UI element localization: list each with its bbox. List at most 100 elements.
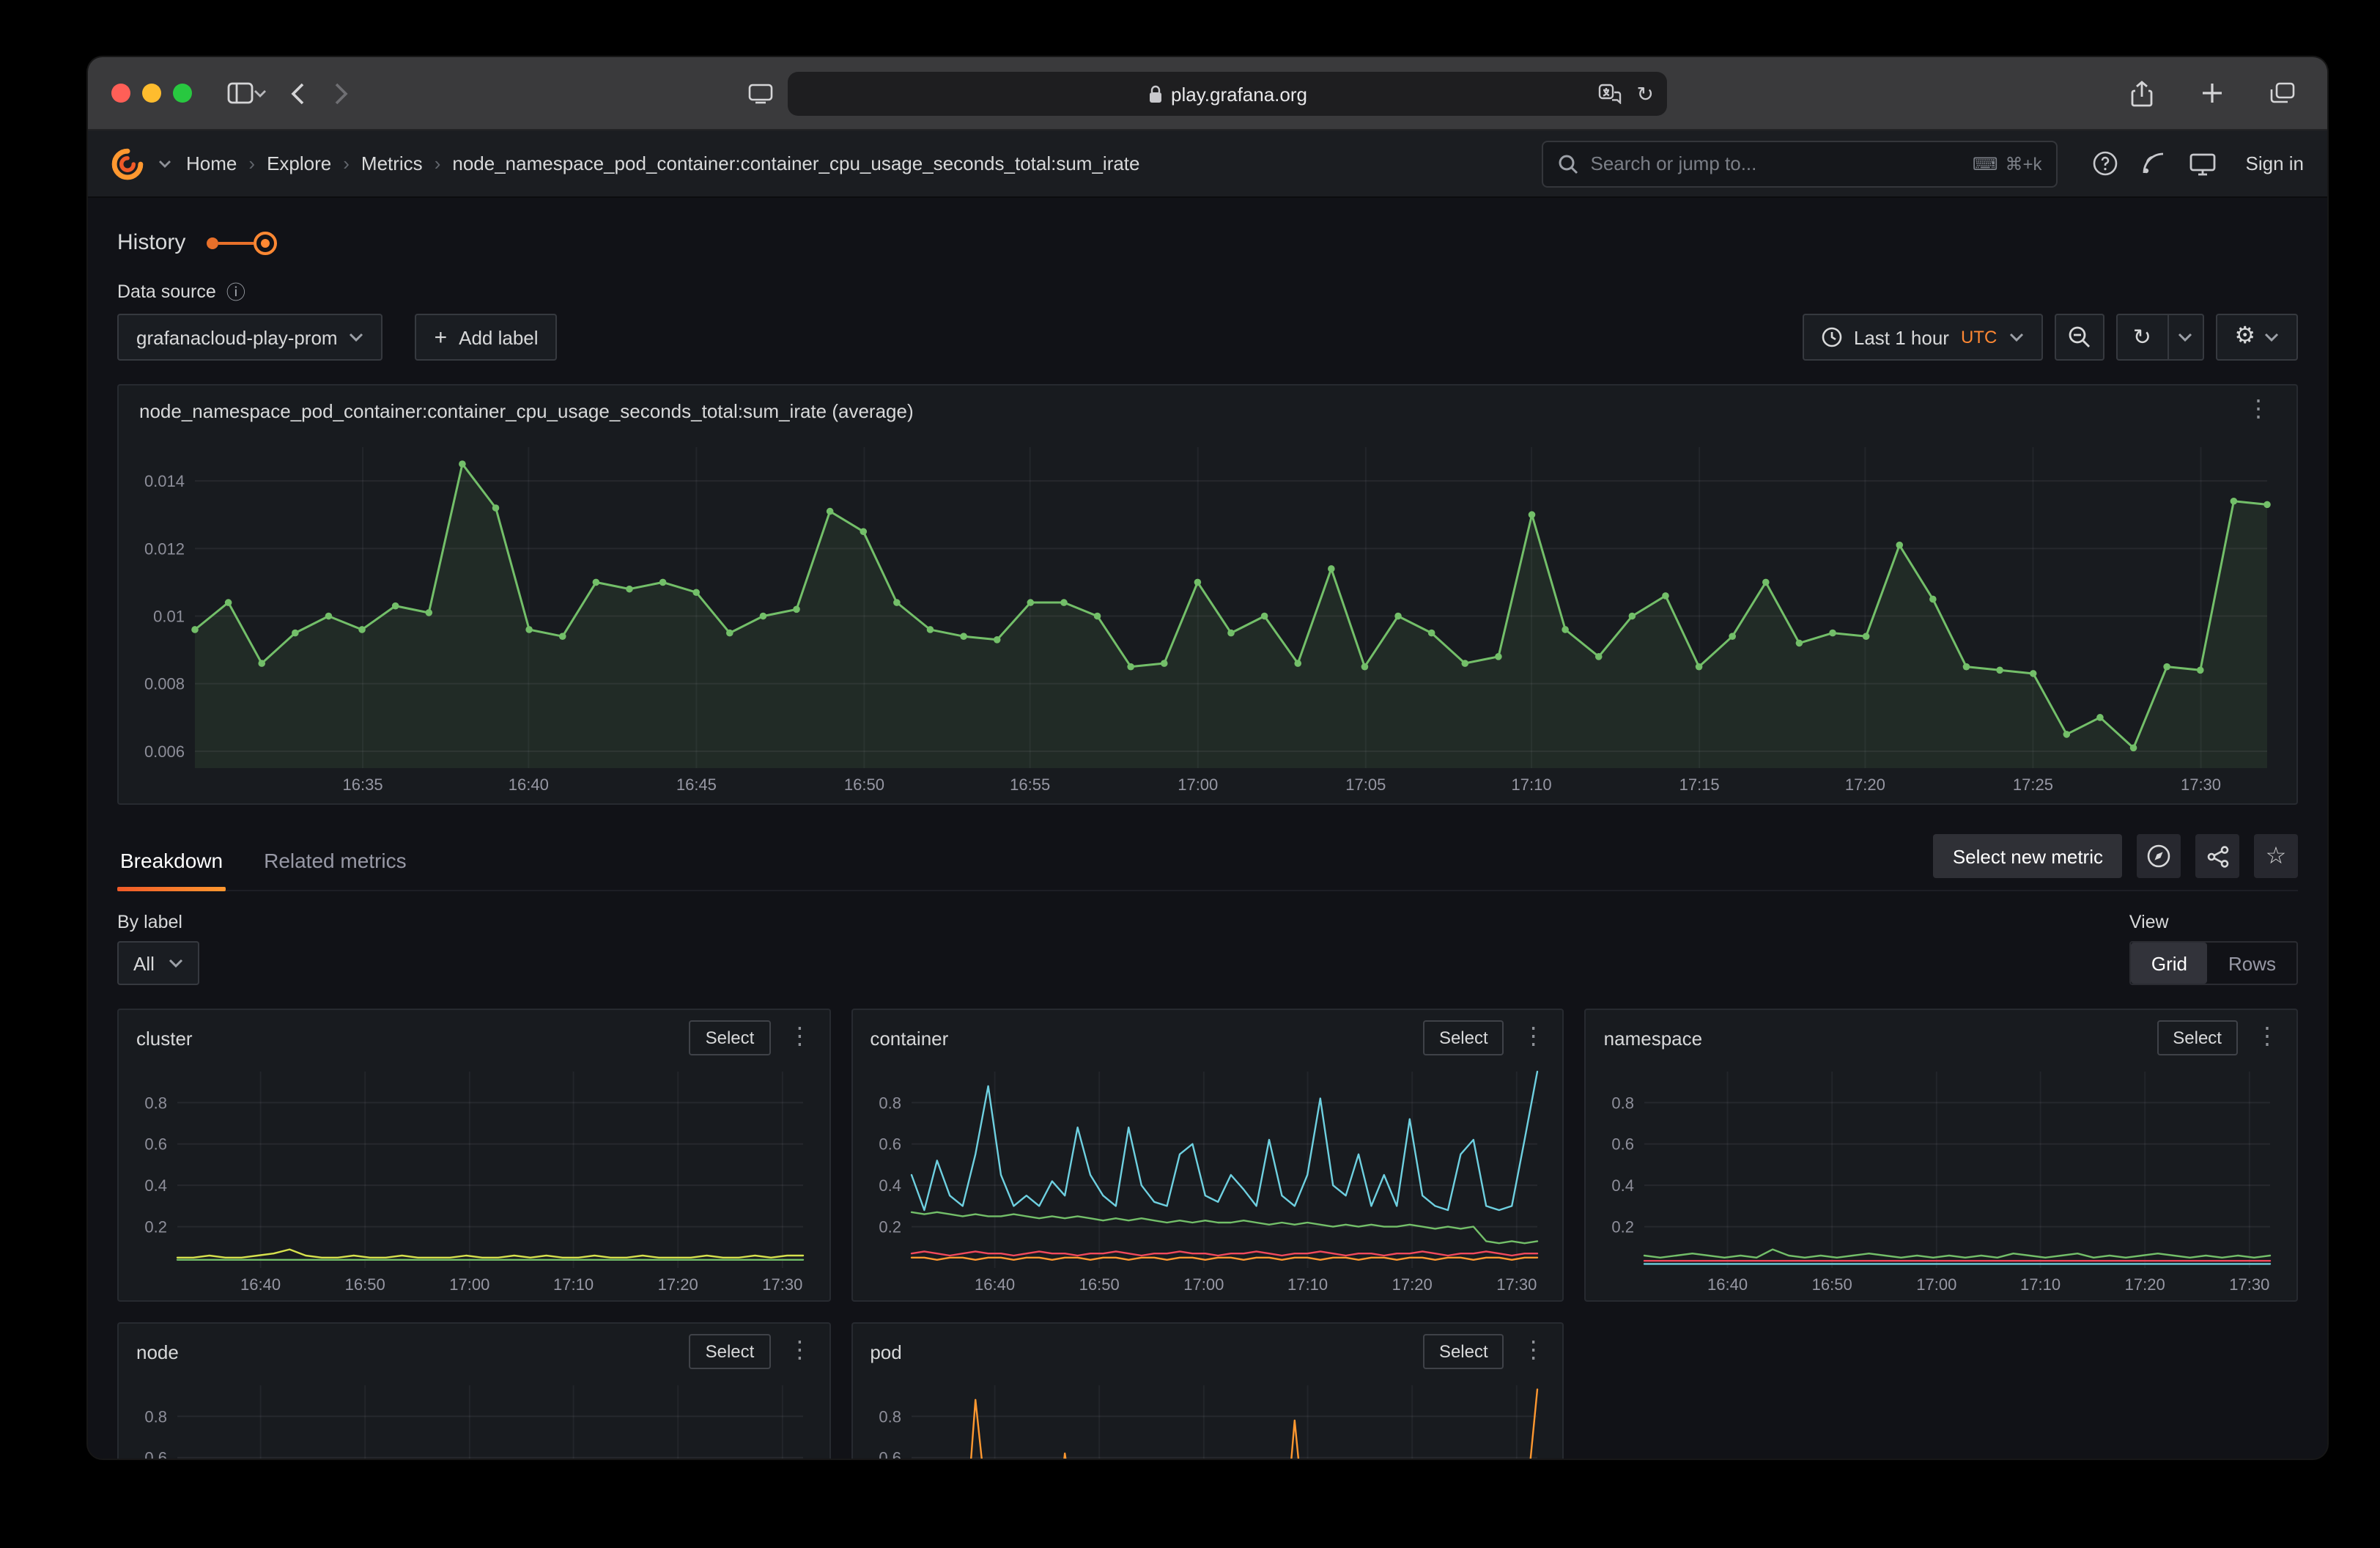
view-toggle: Grid Rows	[2129, 941, 2298, 985]
svg-text:16:55: 16:55	[1010, 775, 1050, 794]
select-button[interactable]: Select	[1423, 1334, 1504, 1369]
panel-chart[interactable]: 0.20.40.60.816:4016:5017:0017:1017:2017:…	[122, 1060, 820, 1297]
share-metric-button[interactable]	[2195, 834, 2239, 878]
select-button[interactable]: Select	[1423, 1020, 1504, 1055]
svg-text:0.8: 0.8	[144, 1407, 167, 1426]
svg-text:0.8: 0.8	[144, 1094, 167, 1112]
main-metric-chart[interactable]: 0.0060.0080.010.0120.01416:3516:4016:451…	[125, 435, 2285, 797]
svg-text:0.008: 0.008	[144, 675, 185, 693]
svg-text:16:40: 16:40	[509, 775, 549, 794]
global-search[interactable]: ⌨ ⌘+k	[1542, 140, 2058, 187]
svg-text:0.8: 0.8	[1612, 1094, 1635, 1112]
panel-chart[interactable]: 0.20.40.60.816:4016:5017:0017:1017:2017:…	[122, 1374, 820, 1459]
select-button[interactable]: Select	[2157, 1020, 2238, 1055]
time-range-value: Last 1 hour	[1854, 326, 1949, 348]
minimize-window-button[interactable]	[142, 84, 161, 103]
svg-text:17:15: 17:15	[1679, 775, 1720, 794]
panel-chart[interactable]: 0.20.40.60.816:4016:5017:0017:1017:2017:…	[855, 1374, 1553, 1459]
gear-icon: ⚙	[2234, 325, 2255, 349]
kebab-menu-icon[interactable]: ⋮	[782, 1023, 817, 1053]
breadcrumb-metric-name[interactable]: node_namespace_pod_container:container_c…	[452, 152, 1139, 174]
share-icon[interactable]	[2119, 71, 2163, 115]
svg-text:0.2: 0.2	[144, 1218, 167, 1236]
address-bar[interactable]: play.grafana.org ↻	[788, 72, 1667, 116]
zoom-out-icon	[2067, 325, 2091, 349]
kebab-menu-icon[interactable]: ⋮	[2241, 396, 2276, 425]
translate-icon[interactable]	[1599, 84, 1622, 104]
refresh-button[interactable]: ↻	[2117, 315, 2167, 359]
breadcrumb-home[interactable]: Home	[186, 152, 237, 174]
org-chevron-icon[interactable]	[158, 159, 171, 168]
breadcrumb-metrics[interactable]: Metrics	[361, 152, 423, 174]
history-steps[interactable]	[206, 231, 276, 254]
search-input[interactable]	[1591, 152, 1961, 174]
svg-text:0.014: 0.014	[144, 472, 185, 490]
traffic-lights	[111, 84, 192, 103]
keyboard-icon: ⌨	[1973, 153, 1998, 174]
star-button[interactable]: ☆	[2254, 834, 2298, 878]
new-tab-icon[interactable]	[2189, 71, 2233, 115]
compass-icon	[2147, 844, 2170, 868]
url-text: play.grafana.org	[1171, 83, 1307, 105]
zoom-out-button[interactable]	[2054, 314, 2104, 361]
kebab-menu-icon[interactable]: ⋮	[1516, 1337, 1551, 1366]
sign-in-button[interactable]: Sign in	[2246, 152, 2305, 174]
add-label-button[interactable]: + Add label	[415, 314, 558, 361]
zoom-window-button[interactable]	[173, 84, 192, 103]
view-grid-option[interactable]: Grid	[2131, 943, 2208, 984]
panel-chart[interactable]: 0.20.40.60.816:4016:5017:0017:1017:2017:…	[1589, 1060, 2288, 1297]
breakdown-controls: By label All View Grid Rows	[117, 912, 2298, 985]
monitor-icon[interactable]	[2190, 152, 2217, 175]
chevron-down-icon	[2008, 333, 2023, 342]
svg-text:0.6: 0.6	[144, 1135, 167, 1154]
tab-related-metrics[interactable]: Related metrics	[261, 837, 410, 890]
select-button[interactable]: Select	[690, 1020, 771, 1055]
sidebar-chevron-icon[interactable]	[254, 89, 267, 97]
history-step-dot[interactable]	[206, 237, 218, 248]
news-icon[interactable]	[2142, 151, 2167, 176]
svg-text:0.4: 0.4	[879, 1176, 901, 1195]
svg-text:17:30: 17:30	[2230, 1275, 2270, 1294]
grafana-logo[interactable]	[111, 147, 144, 180]
breakdown-panel-cluster: clusterSelect⋮0.20.40.60.816:4016:5017:0…	[117, 1009, 830, 1302]
kebab-menu-icon[interactable]: ⋮	[1516, 1023, 1551, 1053]
help-icon[interactable]	[2093, 151, 2118, 176]
clock-icon	[1822, 327, 1842, 347]
by-label-dropdown[interactable]: All	[117, 941, 200, 985]
datasource-picker[interactable]: grafanacloud-play-prom	[117, 314, 383, 361]
select-new-metric-button[interactable]: Select new metric	[1934, 834, 2122, 878]
forward-button[interactable]	[319, 71, 363, 115]
panel-chart[interactable]: 0.20.40.60.816:4016:5017:0017:1017:2017:…	[855, 1060, 1553, 1297]
lock-icon	[1148, 84, 1162, 103]
search-shortcut: ⌘+k	[2005, 153, 2041, 174]
tab-overview-icon[interactable]	[2260, 71, 2304, 115]
history-current-step-icon[interactable]	[253, 231, 276, 254]
explore-compass-button[interactable]	[2137, 834, 2181, 878]
close-window-button[interactable]	[111, 84, 130, 103]
select-button[interactable]: Select	[690, 1334, 771, 1369]
info-icon[interactable]: ⓘ	[226, 282, 245, 301]
breadcrumb-explore[interactable]: Explore	[267, 152, 331, 174]
kebab-menu-icon[interactable]: ⋮	[782, 1337, 817, 1366]
tab-bar: Breakdown Related metrics Select new met…	[117, 834, 2298, 891]
tab-breakdown[interactable]: Breakdown	[117, 837, 226, 890]
chevron-down-icon	[350, 333, 364, 342]
browser-window: play.grafana.org ↻	[88, 57, 2327, 1459]
svg-text:17:30: 17:30	[1496, 1275, 1537, 1294]
svg-text:17:20: 17:20	[1392, 1275, 1432, 1294]
svg-text:17:20: 17:20	[1845, 775, 1885, 794]
refresh-icon: ↻	[2133, 324, 2151, 350]
kebab-menu-icon[interactable]: ⋮	[2250, 1023, 2285, 1053]
breakdown-panel-pod: podSelect⋮0.20.40.60.816:4016:5017:0017:…	[851, 1322, 1564, 1459]
refresh-interval-dropdown[interactable]	[2167, 315, 2202, 359]
view-label: View	[2129, 912, 2298, 932]
svg-text:0.4: 0.4	[144, 1176, 167, 1195]
time-range-picker[interactable]: Last 1 hour UTC	[1803, 314, 2042, 361]
back-button[interactable]	[276, 71, 319, 115]
reload-icon[interactable]: ↻	[1637, 81, 1654, 106]
view-rows-option[interactable]: Rows	[2208, 943, 2296, 984]
page-appearance-icon[interactable]	[748, 84, 773, 104]
settings-button[interactable]: ⚙	[2215, 314, 2298, 361]
svg-text:0.4: 0.4	[1612, 1176, 1635, 1195]
panel-title: cluster	[136, 1027, 193, 1049]
